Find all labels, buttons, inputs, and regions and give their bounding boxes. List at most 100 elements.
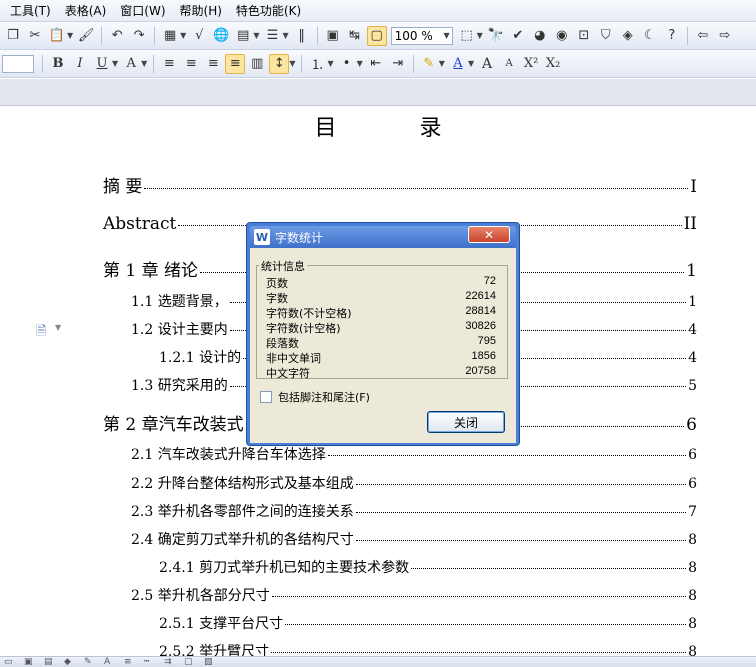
- draw-select-icon[interactable]: ▭: [4, 657, 18, 667]
- align-center-icon[interactable]: ≡: [181, 54, 201, 74]
- grow-font-button[interactable]: A: [477, 54, 497, 74]
- shirt-icon[interactable]: ⛉: [596, 26, 616, 46]
- line-spacing-icon[interactable]: ↕: [269, 53, 290, 74]
- increase-indent-icon[interactable]: ⇥: [388, 54, 408, 74]
- find-icon[interactable]: 🔭: [486, 26, 506, 46]
- columns-dropdown-icon[interactable]: ▼: [282, 31, 288, 40]
- align-right-icon[interactable]: ≡: [203, 54, 223, 74]
- toc-entry[interactable]: 2.4.1 剪刀式举升机已知的主要技术参数 8: [159, 557, 697, 577]
- toc-entry[interactable]: 2.5 举升机各部分尺寸 8: [131, 585, 697, 605]
- browser-icon[interactable]: ◉: [552, 26, 572, 46]
- draw-3d-icon[interactable]: ▧: [204, 657, 218, 667]
- bold-button[interactable]: B: [48, 54, 68, 74]
- insert-table-icon[interactable]: ▦: [160, 26, 180, 46]
- columns-icon[interactable]: ☰: [262, 26, 282, 46]
- formatting-toolbar: B I U ▼ A ▼ ≡ ≡ ≡ ≡ ▥ ↕ ▼ ⒈ ▼ • ▼ ⇤ ⇥ ✎ …: [0, 50, 756, 78]
- skin-icon[interactable]: ◈: [618, 26, 638, 46]
- draw-line-style-icon[interactable]: ≡: [124, 657, 138, 667]
- close-button[interactable]: 关闭: [427, 411, 505, 433]
- distribute-icon[interactable]: ▥: [247, 54, 267, 74]
- forward-arrow-icon[interactable]: ⇨: [715, 26, 735, 46]
- footnotes-option[interactable]: 包括脚注和尾注(F): [260, 389, 370, 405]
- select-object-icon[interactable]: ⬚: [457, 26, 477, 46]
- night-mode-icon[interactable]: ☾: [640, 26, 660, 46]
- select-dropdown-icon[interactable]: ▼: [477, 31, 483, 40]
- include-footnotes-checkbox[interactable]: [260, 391, 272, 403]
- decrease-indent-icon[interactable]: ⇤: [366, 54, 386, 74]
- zoom-value: 100 %: [394, 28, 433, 43]
- help-icon[interactable]: ?: [662, 26, 682, 46]
- draw-shadow-icon[interactable]: ▢: [184, 657, 198, 667]
- justify-icon[interactable]: ≡: [225, 53, 246, 74]
- menu-window[interactable]: 窗口(W): [120, 2, 165, 19]
- numbered-list-icon[interactable]: ⒈: [307, 54, 327, 74]
- bullet-dropdown-icon[interactable]: ▼: [357, 59, 363, 68]
- format-painter-icon[interactable]: 🖌: [76, 26, 96, 46]
- draw-arrow-style-icon[interactable]: ⇉: [164, 657, 178, 667]
- numbering-dropdown-icon[interactable]: ▼: [327, 59, 333, 68]
- hyperlink-icon[interactable]: 🌐: [211, 26, 231, 46]
- toc-entry[interactable]: 2.1 汽车改装式升降台车体选择 6: [131, 444, 697, 464]
- copy-icon[interactable]: ❐: [3, 26, 23, 46]
- menu-tools[interactable]: 工具(T): [10, 2, 51, 19]
- undo-icon[interactable]: ↶: [107, 26, 127, 46]
- font-color-button[interactable]: A: [448, 54, 468, 74]
- line-spacing-dropdown-icon[interactable]: ▼: [289, 59, 295, 68]
- italic-button[interactable]: I: [70, 54, 90, 74]
- underline-dropdown-icon[interactable]: ▼: [112, 59, 118, 68]
- toc-page-number: 8: [688, 560, 697, 576]
- draw-font-color-icon[interactable]: A: [104, 657, 118, 667]
- toc-page-number: 8: [688, 616, 697, 632]
- align-left-icon[interactable]: ≡: [159, 54, 179, 74]
- shading-dropdown-icon[interactable]: ▼: [141, 59, 147, 68]
- superscript-button[interactable]: X²: [521, 54, 541, 74]
- highlight-dropdown-icon[interactable]: ▼: [439, 59, 445, 68]
- draw-fill-icon[interactable]: ◆: [64, 657, 78, 667]
- paste-dropdown-icon[interactable]: ▼: [67, 31, 73, 40]
- menu-special-features[interactable]: 特色功能(K): [236, 2, 301, 19]
- shrink-font-button[interactable]: A: [499, 54, 519, 74]
- paragraph-handle-icon[interactable]: 🗎: [36, 322, 46, 344]
- toc-entry[interactable]: 2.5.1 支撑平台尺寸 8: [159, 613, 697, 633]
- bullet-list-icon[interactable]: •: [337, 54, 357, 74]
- spell-check-icon[interactable]: ✔: [508, 26, 528, 46]
- dialog-body: 统计信息 页数 72 字数 22614 字符数(不计空格) 28814 字符数(…: [250, 248, 516, 443]
- draw-line-color-icon[interactable]: ✎: [84, 657, 98, 667]
- grid-dropdown-icon[interactable]: ▼: [253, 31, 259, 40]
- table-dropdown-icon[interactable]: ▼: [180, 31, 186, 40]
- toc-entry[interactable]: 摘 要I: [103, 172, 697, 197]
- paste-icon[interactable]: 📋: [47, 26, 67, 46]
- redo-icon[interactable]: ↷: [129, 26, 149, 46]
- toc-entry[interactable]: 2.3 举升机各零部件之间的连接关系 7: [131, 501, 697, 521]
- draw-image-icon[interactable]: ▤: [44, 657, 58, 667]
- table-grid-icon[interactable]: ▤: [233, 26, 253, 46]
- font-size-select[interactable]: [2, 54, 34, 73]
- backup-icon[interactable]: ⊡: [574, 26, 594, 46]
- toc-leader: [355, 540, 687, 541]
- toolbar-separator: [686, 26, 688, 45]
- show-marks-icon[interactable]: ↹: [345, 26, 365, 46]
- font-color-dropdown-icon[interactable]: ▼: [468, 59, 474, 68]
- menu-table[interactable]: 表格(A): [65, 2, 107, 19]
- toc-entry[interactable]: 2.5.2 举升臂尺寸 8: [159, 641, 697, 656]
- toc-entry[interactable]: 2.2 升降台整体结构形式及基本组成 6: [131, 473, 697, 493]
- color-wheel-icon[interactable]: ◕: [530, 26, 550, 46]
- chart-bars-icon[interactable]: ‖: [292, 26, 312, 46]
- paragraph-handle-dropdown-icon[interactable]: ▼: [55, 323, 61, 332]
- dialog-close-button[interactable]: ✕: [468, 226, 510, 243]
- highlight-icon[interactable]: ✎: [419, 54, 439, 74]
- underline-button[interactable]: U: [92, 54, 112, 74]
- menu-help[interactable]: 帮助(H): [180, 2, 222, 19]
- char-shading-button[interactable]: A: [121, 54, 141, 74]
- toolbar-separator: [101, 26, 103, 45]
- cut-icon[interactable]: ✂: [25, 26, 45, 46]
- subscript-button[interactable]: X₂: [543, 54, 563, 74]
- draw-dash-style-icon[interactable]: ┅: [144, 657, 158, 667]
- formula-icon[interactable]: √: [189, 26, 209, 46]
- toc-entry[interactable]: 2.4 确定剪刀式举升机的各结构尺寸 8: [131, 529, 697, 549]
- draw-textbox-icon[interactable]: ▣: [24, 657, 38, 667]
- zoom-select[interactable]: 100 % ▼: [390, 26, 453, 45]
- back-arrow-icon[interactable]: ⇦: [693, 26, 713, 46]
- page-view-icon[interactable]: ▢: [366, 25, 387, 46]
- document-map-icon[interactable]: ▣: [323, 26, 343, 46]
